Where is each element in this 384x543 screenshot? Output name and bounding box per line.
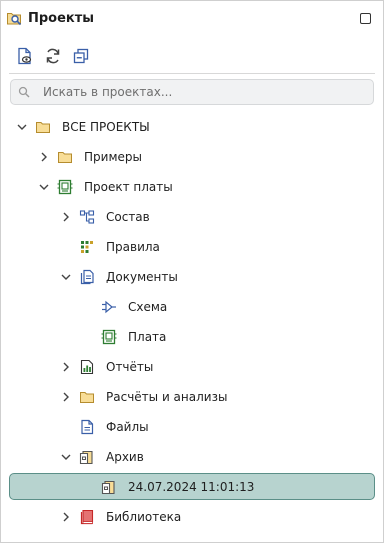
file-view-icon[interactable] xyxy=(16,47,34,65)
tree-row-12[interactable]: Библиотека xyxy=(1,502,383,532)
search-icon xyxy=(18,86,30,98)
tree-row-11[interactable]: 24.07.2024 11:01:13 xyxy=(1,472,383,502)
chevron-right-icon[interactable] xyxy=(60,361,72,373)
tree-row-4[interactable]: Документы xyxy=(1,262,383,292)
panel-header: Проекты xyxy=(1,1,383,37)
rules-icon xyxy=(81,241,93,253)
tree-row-8[interactable]: Расчёты и анализы xyxy=(1,382,383,412)
chevron-right-icon[interactable] xyxy=(60,211,72,223)
tree-row-1[interactable]: Проект платы xyxy=(1,172,383,202)
tree-row-root[interactable]: ВСЕ ПРОЕКТЫ xyxy=(1,112,383,142)
toolbar-divider xyxy=(9,73,375,74)
maximize-icon[interactable] xyxy=(360,13,371,24)
tree-item-label: Документы xyxy=(106,270,178,284)
panel-title: Проекты xyxy=(28,11,95,26)
chevron-right-icon[interactable] xyxy=(60,391,72,403)
tree-row-3[interactable]: Правила xyxy=(1,232,383,262)
chevron-right-icon[interactable] xyxy=(60,511,72,523)
folder-icon xyxy=(36,122,50,133)
toolbar xyxy=(1,41,383,71)
library-icon xyxy=(80,509,94,525)
refresh-icon[interactable] xyxy=(44,47,62,65)
projects-panel: Проекты ВСЕ ПРОЕКТЫПримерыПроект пл xyxy=(0,0,384,543)
board-icon xyxy=(57,179,73,195)
documents-icon xyxy=(80,269,94,285)
search-input[interactable] xyxy=(43,83,363,101)
tree-item-label: Правила xyxy=(106,240,160,254)
tree-item-label: ВСЕ ПРОЕКТЫ xyxy=(62,120,150,134)
tree-item-label: Проект платы xyxy=(84,180,173,194)
tree-item-label: Отчёты xyxy=(106,360,154,374)
chevron-down-icon[interactable] xyxy=(38,181,50,193)
tree-item-label: Плата xyxy=(128,330,167,344)
archive-icon xyxy=(79,450,93,465)
board-icon xyxy=(101,329,117,345)
project-search-icon xyxy=(7,13,22,26)
tree-item-label: Состав xyxy=(106,210,150,224)
search-box[interactable] xyxy=(10,79,374,105)
tree-row-7[interactable]: Отчёты xyxy=(1,352,383,382)
tree-item-label: Архив xyxy=(106,450,144,464)
report-icon xyxy=(80,359,94,375)
chevron-down-icon[interactable] xyxy=(60,271,72,283)
file-icon xyxy=(81,419,94,435)
tree-row-6[interactable]: Плата xyxy=(1,322,383,352)
tree-row-0[interactable]: Примеры xyxy=(1,142,383,172)
tree-item-label: Схема xyxy=(128,300,168,314)
tree-row-9[interactable]: Файлы xyxy=(1,412,383,442)
tree-row-10[interactable]: Архив xyxy=(1,442,383,472)
tree-row-2[interactable]: Состав xyxy=(1,202,383,232)
tree-item-label: Файлы xyxy=(106,420,149,434)
archive-entry-icon xyxy=(101,480,115,495)
tree-item-label: Примеры xyxy=(84,150,142,164)
chevron-down-icon[interactable] xyxy=(60,451,72,463)
collapse-all-icon[interactable] xyxy=(72,47,90,65)
folder-icon xyxy=(80,392,94,403)
schematic-icon xyxy=(102,300,116,314)
chevron-right-icon[interactable] xyxy=(38,151,50,163)
folder-icon xyxy=(58,152,72,163)
tree-item-label: 24.07.2024 11:01:13 xyxy=(128,480,255,494)
tree-item-label: Расчёты и анализы xyxy=(106,390,228,404)
tree-row-5[interactable]: Схема xyxy=(1,292,383,322)
hierarchy-icon xyxy=(79,210,95,224)
chevron-down-icon[interactable] xyxy=(16,121,28,133)
tree-item-label: Библиотека xyxy=(106,510,182,524)
